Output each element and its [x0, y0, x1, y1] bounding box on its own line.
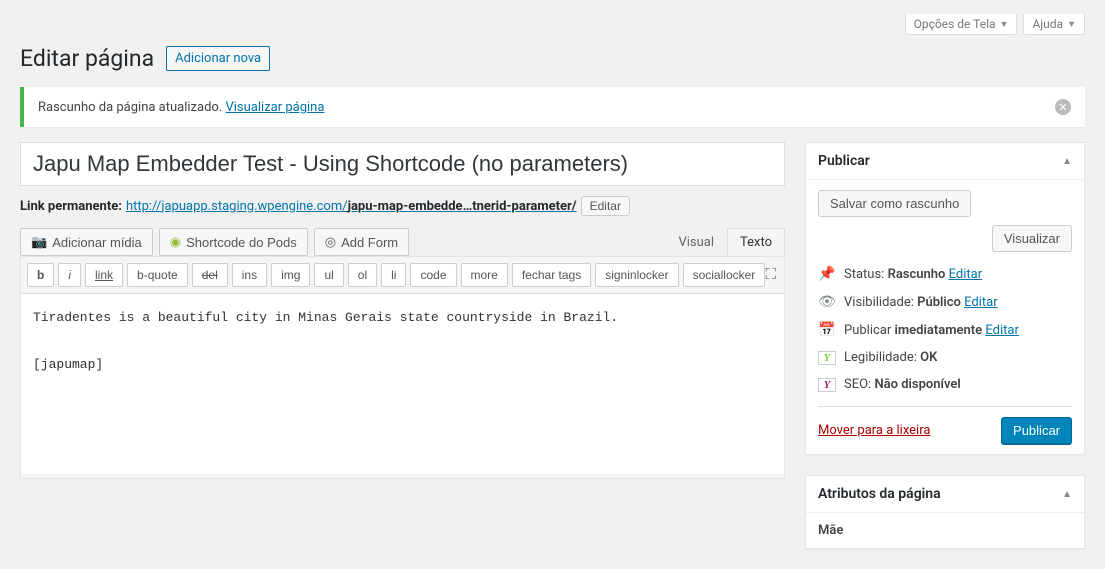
edit-status-link[interactable]: Editar [949, 267, 983, 282]
post-title-input[interactable] [20, 142, 785, 186]
bold-button[interactable]: b [27, 263, 54, 287]
del-button[interactable]: del [192, 263, 228, 287]
editor-toolbar: b i link b-quote del ins img ul ol li co… [21, 257, 784, 294]
signinlocker-button[interactable]: signinlocker [595, 263, 678, 287]
help-tab[interactable]: Ajuda▼ [1023, 14, 1085, 35]
add-form-button[interactable]: ◎Add Form [314, 228, 409, 256]
ul-button[interactable]: ul [314, 263, 343, 287]
add-new-button[interactable]: Adicionar nova [166, 46, 270, 71]
publish-box-header[interactable]: Publicar ▲ [806, 143, 1084, 180]
ol-button[interactable]: ol [348, 263, 377, 287]
content-editor[interactable]: Tiradentes is a beautiful city in Minas … [21, 294, 784, 474]
pods-shortcode-button[interactable]: ◉Shortcode do Pods [159, 228, 308, 256]
preview-button[interactable]: Visualizar [992, 225, 1072, 252]
italic-button[interactable]: i [58, 263, 81, 287]
close-tags-button[interactable]: fechar tags [512, 263, 591, 287]
permalink-label: Link permanente: [20, 199, 122, 214]
yoast-seo-icon: Y [818, 378, 836, 392]
page-title: Editar página [20, 45, 154, 72]
img-button[interactable]: img [271, 263, 310, 287]
publish-button[interactable]: Publicar [1001, 417, 1072, 444]
edit-schedule-link[interactable]: Editar [985, 323, 1019, 338]
camera-icon: 📷 [31, 234, 47, 250]
link-button[interactable]: link [85, 263, 123, 287]
permalink-url[interactable]: http://japuapp.staging.wpengine.com/japu… [126, 199, 577, 214]
edit-visibility-link[interactable]: Editar [964, 295, 998, 310]
pin-icon: 📌 [818, 266, 836, 282]
calendar-icon: 📅 [818, 322, 836, 338]
li-button[interactable]: li [381, 263, 406, 287]
code-button[interactable]: code [410, 263, 456, 287]
update-notice: Rascunho da página atualizado. Visualiza… [20, 87, 1085, 127]
visual-tab[interactable]: Visual [665, 228, 727, 256]
chevron-up-icon: ▲ [1062, 156, 1072, 167]
ins-button[interactable]: ins [232, 263, 267, 287]
chevron-up-icon: ▲ [1062, 489, 1072, 500]
eye-icon: 👁 [818, 294, 836, 310]
chevron-down-icon: ▼ [1067, 19, 1076, 30]
sociallocker-button[interactable]: sociallocker [683, 263, 766, 287]
page-attributes-header[interactable]: Atributos da página ▲ [806, 476, 1084, 513]
more-button[interactable]: more [461, 263, 508, 287]
chevron-down-icon: ▼ [1000, 19, 1009, 30]
fullscreen-icon[interactable]: ⛶ [765, 265, 776, 283]
blockquote-button[interactable]: b-quote [127, 263, 188, 287]
text-tab[interactable]: Texto [727, 228, 785, 256]
screen-options-tab[interactable]: Opções de Tela▼ [905, 14, 1018, 35]
move-to-trash-link[interactable]: Mover para a lixeira [818, 423, 930, 438]
notice-preview-link[interactable]: Visualizar página [225, 100, 324, 115]
edit-permalink-button[interactable]: Editar [581, 196, 630, 216]
form-icon: ◎ [325, 234, 336, 250]
yoast-readability-icon: Y [818, 351, 836, 365]
pods-icon: ◉ [170, 234, 181, 250]
add-media-button[interactable]: 📷Adicionar mídia [20, 228, 153, 256]
save-draft-button[interactable]: Salvar como rascunho [818, 190, 971, 217]
dismiss-notice-button[interactable]: ✕ [1055, 99, 1071, 115]
notice-text: Rascunho da página atualizado. [38, 100, 225, 115]
